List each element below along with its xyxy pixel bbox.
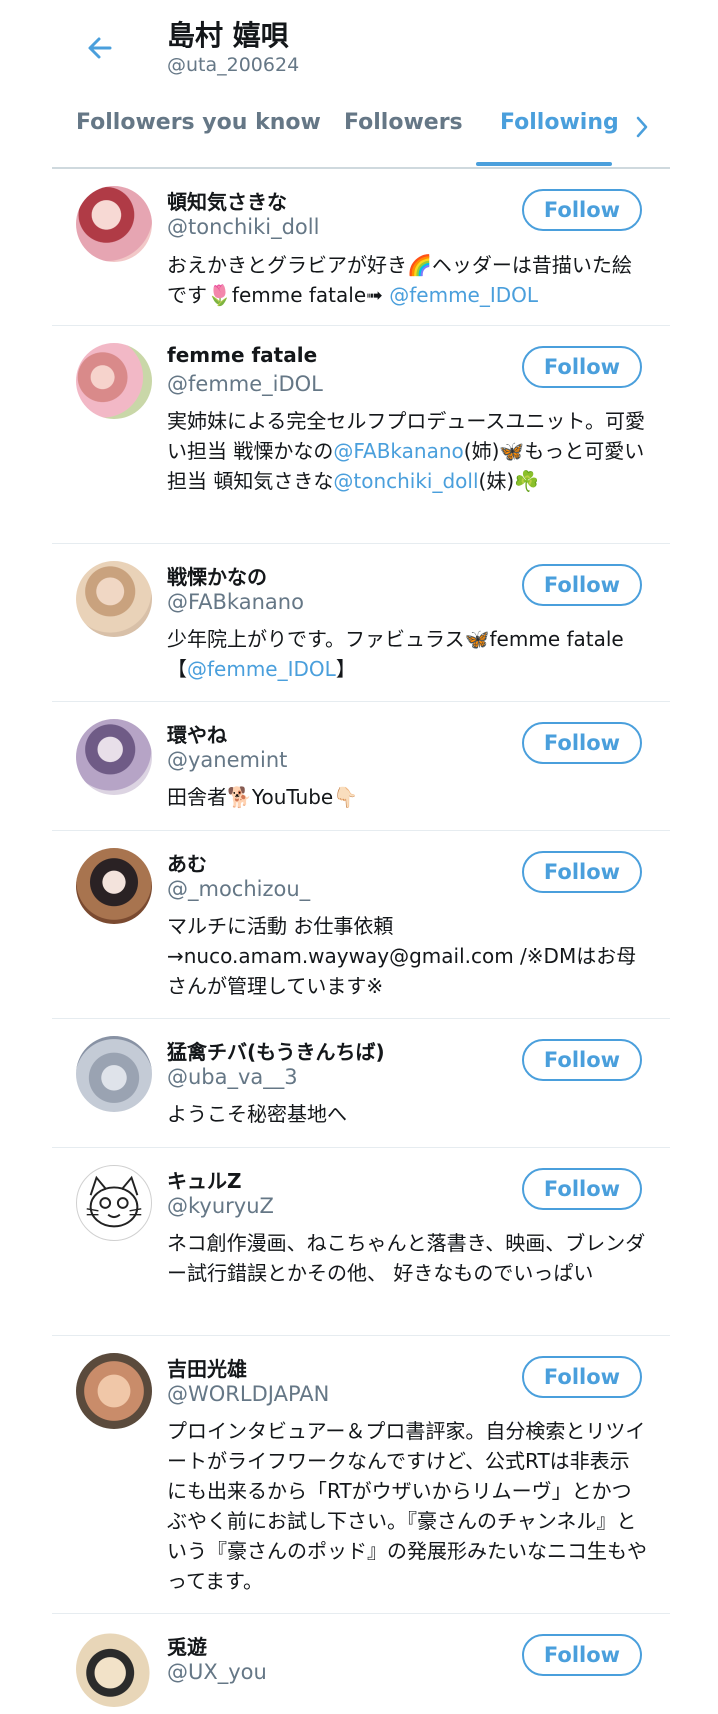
follow-button[interactable]: Follow	[522, 189, 642, 231]
tab-followers[interactable]: Followers	[344, 110, 463, 135]
user-bio: ようこそ秘密基地へ	[167, 1099, 647, 1129]
tab-followers-you-know[interactable]: Followers you know	[76, 110, 321, 135]
user-name: 戦慄かなの	[167, 565, 267, 589]
bio-text: プロインタビュアー＆プロ書評家。自分検索とリツイートがライフワークなんですけど、…	[167, 1419, 647, 1593]
follow-button[interactable]: Follow	[522, 722, 642, 764]
bio-mention-link[interactable]: @FABkanano	[333, 439, 463, 463]
bio-text: ようこそ秘密基地へ	[167, 1102, 347, 1126]
avatar[interactable]	[76, 343, 152, 419]
bio-text: マルチに活動 お仕事依頼→nuco.amam.wayway@gmail.com …	[167, 914, 637, 998]
follow-button[interactable]: Follow	[522, 346, 642, 388]
user-handle: @kyuryuZ	[167, 1194, 274, 1218]
bio-mention-link[interactable]: @femme_IDOL	[187, 657, 336, 681]
avatar[interactable]	[76, 1631, 152, 1707]
profile-handle: @uta_200624	[167, 54, 300, 76]
bio-text: (妹)☘️	[478, 469, 540, 493]
tab-following[interactable]: Following	[500, 110, 619, 135]
follow-button[interactable]: Follow	[522, 564, 642, 606]
bio-text: 】	[335, 657, 356, 681]
follow-button[interactable]: Follow	[522, 1634, 642, 1676]
cat-drawing-icon	[86, 1175, 142, 1228]
chevron-right-icon[interactable]	[632, 112, 652, 142]
user-row[interactable]: 環やね @yanemint Follow 田舎者🐕YouTube👇🏻	[0, 702, 718, 831]
user-row[interactable]: 戦慄かなの @FABkanano Follow 少年院上がりです。ファビュラス🦋…	[0, 544, 718, 702]
tab-bar: Followers you know Followers Following	[0, 96, 718, 170]
user-bio: マルチに活動 お仕事依頼→nuco.amam.wayway@gmail.com …	[167, 911, 647, 1001]
avatar[interactable]	[76, 1036, 152, 1112]
user-name: キュルZ	[167, 1169, 242, 1193]
user-bio: プロインタビュアー＆プロ書評家。自分検索とリツイートがライフワークなんですけど、…	[167, 1416, 647, 1596]
profile-name: 島村 嬉唄	[167, 19, 289, 52]
back-arrow-icon[interactable]	[84, 32, 116, 64]
user-handle: @_mochizou_	[167, 877, 311, 901]
user-name: 猛禽チバ(もうきんちば)	[167, 1040, 385, 1064]
user-name: 吉田光雄	[167, 1357, 247, 1381]
user-handle: @uba_va__3	[167, 1065, 298, 1089]
user-bio: おえかきとグラビアが好き🌈ヘッダーは昔描いた絵です🌷femme fatale➟ …	[167, 250, 647, 310]
user-handle: @tonchiki_doll	[167, 215, 320, 239]
user-handle: @WORLDJAPAN	[167, 1382, 330, 1406]
user-row[interactable]: femme fatale @femme_iDOL Follow 実姉妹による完全…	[0, 326, 718, 544]
user-handle: @FABkanano	[167, 590, 304, 614]
user-handle: @UX_you	[167, 1660, 267, 1684]
follow-button[interactable]: Follow	[522, 1356, 642, 1398]
user-row[interactable]: 吉田光雄 @WORLDJAPAN Follow プロインタビュアー＆プロ書評家。…	[0, 1336, 718, 1614]
user-name: femme fatale	[167, 343, 318, 367]
avatar[interactable]	[76, 1165, 152, 1241]
user-row[interactable]: 猛禽チバ(もうきんちば) @uba_va__3 Follow ようこそ秘密基地へ	[0, 1019, 718, 1148]
avatar[interactable]	[76, 561, 152, 637]
user-row[interactable]: あむ @_mochizou_ Follow マルチに活動 お仕事依頼→nuco.…	[0, 831, 718, 1019]
active-tab-indicator	[476, 162, 612, 166]
profile-header: 島村 嬉唄 @uta_200624	[0, 0, 718, 96]
avatar[interactable]	[76, 848, 152, 924]
user-name: あむ	[167, 852, 207, 876]
user-name: 兎遊	[167, 1635, 207, 1659]
bio-text: ネコ創作漫画、ねこちゃんと落書き、映画、ブレンダー試行錯誤とかその他、 好きなも…	[167, 1231, 646, 1285]
user-bio: 田舎者🐕YouTube👇🏻	[167, 782, 647, 812]
avatar[interactable]	[76, 186, 152, 262]
user-name: 環やね	[167, 723, 227, 747]
user-handle: @femme_iDOL	[167, 372, 323, 396]
follow-button[interactable]: Follow	[522, 1168, 642, 1210]
user-handle: @yanemint	[167, 748, 288, 772]
user-name: 頓知気さきな	[167, 190, 287, 214]
user-row[interactable]: 兎遊 @UX_you Follow	[0, 1614, 718, 1714]
follow-button[interactable]: Follow	[522, 851, 642, 893]
bio-mention-link[interactable]: @tonchiki_doll	[333, 469, 478, 493]
user-bio: ネコ創作漫画、ねこちゃんと落書き、映画、ブレンダー試行錯誤とかその他、 好きなも…	[167, 1228, 647, 1288]
following-list: 頓知気さきな @tonchiki_doll Follow おえかきとグラビアが好…	[0, 169, 718, 1714]
user-bio: 実姉妹による完全セルフプロデュースユニット。可愛い担当 戦慄かなの@FABkan…	[167, 406, 647, 496]
bio-text: 田舎者🐕YouTube👇🏻	[167, 785, 359, 809]
follow-button[interactable]: Follow	[522, 1039, 642, 1081]
avatar[interactable]	[76, 1353, 152, 1429]
user-row[interactable]: キュルZ @kyuryuZ Follow ネコ創作漫画、ねこちゃんと落書き、映画…	[0, 1148, 718, 1336]
user-row[interactable]: 頓知気さきな @tonchiki_doll Follow おえかきとグラビアが好…	[0, 169, 718, 326]
avatar[interactable]	[76, 719, 152, 795]
bio-mention-link[interactable]: @femme_IDOL	[389, 283, 538, 307]
user-bio: 少年院上がりです。ファビュラス🦋femme fatale【@femme_IDOL…	[167, 624, 647, 684]
